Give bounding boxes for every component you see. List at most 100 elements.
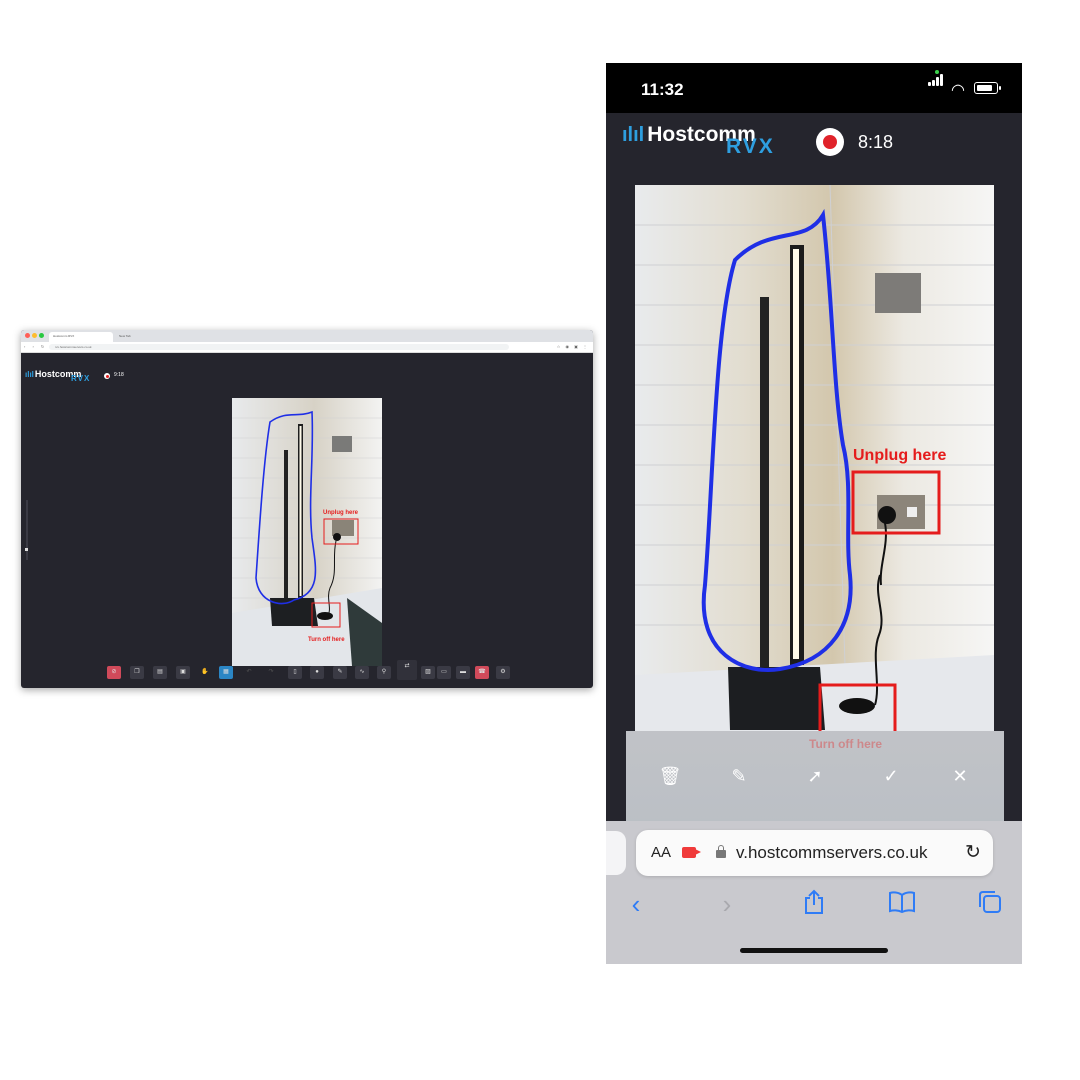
logo-subtext: RVX bbox=[71, 374, 91, 383]
annotation-unplug-label: Unplug here bbox=[323, 510, 359, 516]
shared-photo[interactable]: Unplug here bbox=[635, 185, 994, 731]
extension-icons[interactable]: ☆ ◉ ▣ ⋮ bbox=[557, 344, 589, 349]
share-icon bbox=[805, 889, 823, 914]
annotation-turn-off-label: Turn off here bbox=[308, 637, 345, 643]
hang-up-icon: ☎ bbox=[478, 669, 486, 675]
tabs-icon bbox=[979, 891, 1001, 913]
confirm-button[interactable]: ✓ bbox=[879, 765, 903, 787]
mic-off-icon: ⊘ bbox=[111, 669, 117, 675]
hang-up-button[interactable]: ☎ bbox=[475, 666, 489, 679]
pointer-button[interactable]: ✋ bbox=[198, 666, 212, 679]
settings-button[interactable]: ⚙ bbox=[496, 666, 510, 679]
forward-button[interactable]: › bbox=[712, 889, 742, 919]
pen-button[interactable]: ✎ bbox=[333, 666, 347, 679]
save-icon: ▣ bbox=[180, 669, 186, 675]
minimize-icon: ▬ bbox=[460, 669, 466, 675]
chevron-left-icon: ‹ bbox=[631, 889, 641, 919]
side-handle[interactable] bbox=[25, 548, 28, 551]
tab-label: Hostcomm RVX bbox=[53, 334, 75, 338]
redo-button[interactable]: ↷ bbox=[264, 666, 278, 679]
book-icon bbox=[889, 891, 915, 914]
pin-icon: ⚲ bbox=[381, 669, 387, 675]
status-time: 11:32 bbox=[641, 80, 684, 99]
doc-icon: ▤ bbox=[157, 669, 163, 675]
pointer-icon: ➚ bbox=[807, 766, 823, 786]
photo-scene: Unplug here bbox=[635, 185, 994, 731]
edit-annotation-button[interactable]: ✎ bbox=[727, 765, 751, 787]
document-button[interactable]: ▤ bbox=[153, 666, 167, 679]
minimize-window-icon[interactable] bbox=[32, 333, 37, 338]
mic-off-button[interactable]: ⊘ bbox=[107, 666, 121, 679]
battery-cap bbox=[999, 86, 1001, 90]
bookmarks-button[interactable] bbox=[887, 889, 917, 919]
copy-icon: ❐ bbox=[134, 669, 140, 675]
text-size-button[interactable]: AA bbox=[651, 844, 671, 861]
app-viewport: ılılHostcomm RVX 9:18 Unplug here Turn o… bbox=[21, 352, 593, 688]
previous-tab-pill[interactable] bbox=[606, 831, 626, 875]
delete-annotation-button[interactable]: 🗑 bbox=[658, 765, 682, 787]
camera-recording-icon[interactable] bbox=[682, 847, 701, 858]
settings-icon: ⚙ bbox=[500, 669, 506, 675]
recording-indicator-icon bbox=[104, 373, 110, 379]
tabs-button[interactable] bbox=[975, 889, 1005, 919]
shared-photo[interactable]: Unplug here Turn off here bbox=[232, 398, 382, 666]
undo-icon: ↶ bbox=[246, 669, 252, 675]
annotation-unplug-label: Unplug here bbox=[853, 447, 946, 464]
annotation-turn-off-label: Turn off here bbox=[809, 737, 883, 751]
check-icon: ✓ bbox=[883, 766, 899, 786]
chevron-right-icon: › bbox=[722, 889, 732, 919]
edit-icon: ✎ bbox=[731, 766, 747, 786]
logo-waveform-icon: ılıl bbox=[25, 370, 34, 379]
mobile-screen: 11:32 ◠ ılıl Hostcomm RVX 8:18 Unplug he… bbox=[606, 63, 1022, 964]
photo-scene: Unplug here Turn off here bbox=[232, 398, 382, 666]
screen-share-button[interactable]: ▦ bbox=[219, 666, 233, 679]
browser-nav-icons[interactable]: ‹ › ↻ bbox=[24, 344, 47, 349]
safari-bottom-bar: AA v.hostcommservers.co.uk ↻ ‹ › bbox=[606, 821, 1022, 964]
home-indicator[interactable] bbox=[740, 948, 888, 953]
back-button[interactable]: ‹ bbox=[621, 889, 651, 919]
save-button[interactable]: ▣ bbox=[176, 666, 190, 679]
redo-icon: ↷ bbox=[268, 669, 274, 675]
camera-flip-button[interactable]: ⇄ bbox=[397, 660, 417, 680]
record-button[interactable]: ● bbox=[310, 666, 324, 679]
tab-label: New Tab bbox=[119, 334, 131, 338]
app-logo: ılılHostcomm RVX bbox=[622, 123, 773, 158]
share-button[interactable] bbox=[799, 889, 829, 919]
browser-tab-active[interactable]: Hostcomm RVX bbox=[49, 332, 113, 342]
pointer-tool-button[interactable]: ➚ bbox=[803, 765, 827, 787]
flashlight-icon: ▯ bbox=[293, 669, 297, 675]
address-bar[interactable]: AA v.hostcommservers.co.uk ↻ bbox=[636, 830, 993, 876]
flashlight-button[interactable]: ▯ bbox=[288, 666, 302, 679]
screen-share-icon: ▦ bbox=[223, 669, 229, 675]
browser-tab-bar: Hostcomm RVX New Tab bbox=[21, 330, 593, 342]
url-field[interactable]: rvx.hostcommservers.co.uk bbox=[49, 344, 509, 350]
copy-button[interactable]: ❐ bbox=[130, 666, 144, 679]
chat-icon: ▭ bbox=[441, 669, 447, 675]
signature-icon: ∿ bbox=[359, 669, 365, 675]
reload-icon[interactable]: ↻ bbox=[965, 841, 981, 864]
wifi-icon: ◠ bbox=[951, 82, 965, 99]
camera-in-use-dot bbox=[935, 70, 939, 74]
maximize-window-icon[interactable] bbox=[39, 333, 44, 338]
minimize-button[interactable]: ▬ bbox=[456, 666, 470, 679]
logo-subtext: RVX bbox=[726, 135, 775, 158]
close-button[interactable]: ✕ bbox=[948, 765, 972, 787]
side-scroll-track[interactable] bbox=[26, 500, 28, 560]
desktop-browser-window: Hostcomm RVX New Tab ‹ › ↻ rvx.hostcomms… bbox=[21, 330, 593, 688]
status-bar: 11:32 ◠ bbox=[606, 63, 1022, 113]
chat-button[interactable]: ▭ bbox=[437, 666, 451, 679]
url-text[interactable]: v.hostcommservers.co.uk bbox=[736, 843, 927, 863]
lock-icon bbox=[716, 845, 726, 858]
call-toolbar: ⊘ ❐ ▤ ▣ ✋ ▦ ↶ ↷ ▯ ● ✎ ∿ ⚲ ⇄ ▨ ▭ ▬ ☎ ⚙ bbox=[21, 660, 593, 682]
battery-icon bbox=[974, 82, 998, 94]
pin-button[interactable]: ⚲ bbox=[377, 666, 391, 679]
app-logo: ılılHostcomm RVX bbox=[25, 369, 89, 383]
signature-button[interactable]: ∿ bbox=[355, 666, 369, 679]
browser-tab[interactable]: New Tab bbox=[115, 332, 179, 342]
image-button[interactable]: ▨ bbox=[421, 666, 435, 679]
record-icon: ● bbox=[315, 669, 319, 675]
pen-icon: ✎ bbox=[337, 669, 343, 675]
image-icon: ▨ bbox=[425, 669, 431, 675]
close-window-icon[interactable] bbox=[25, 333, 30, 338]
undo-button[interactable]: ↶ bbox=[242, 666, 256, 679]
